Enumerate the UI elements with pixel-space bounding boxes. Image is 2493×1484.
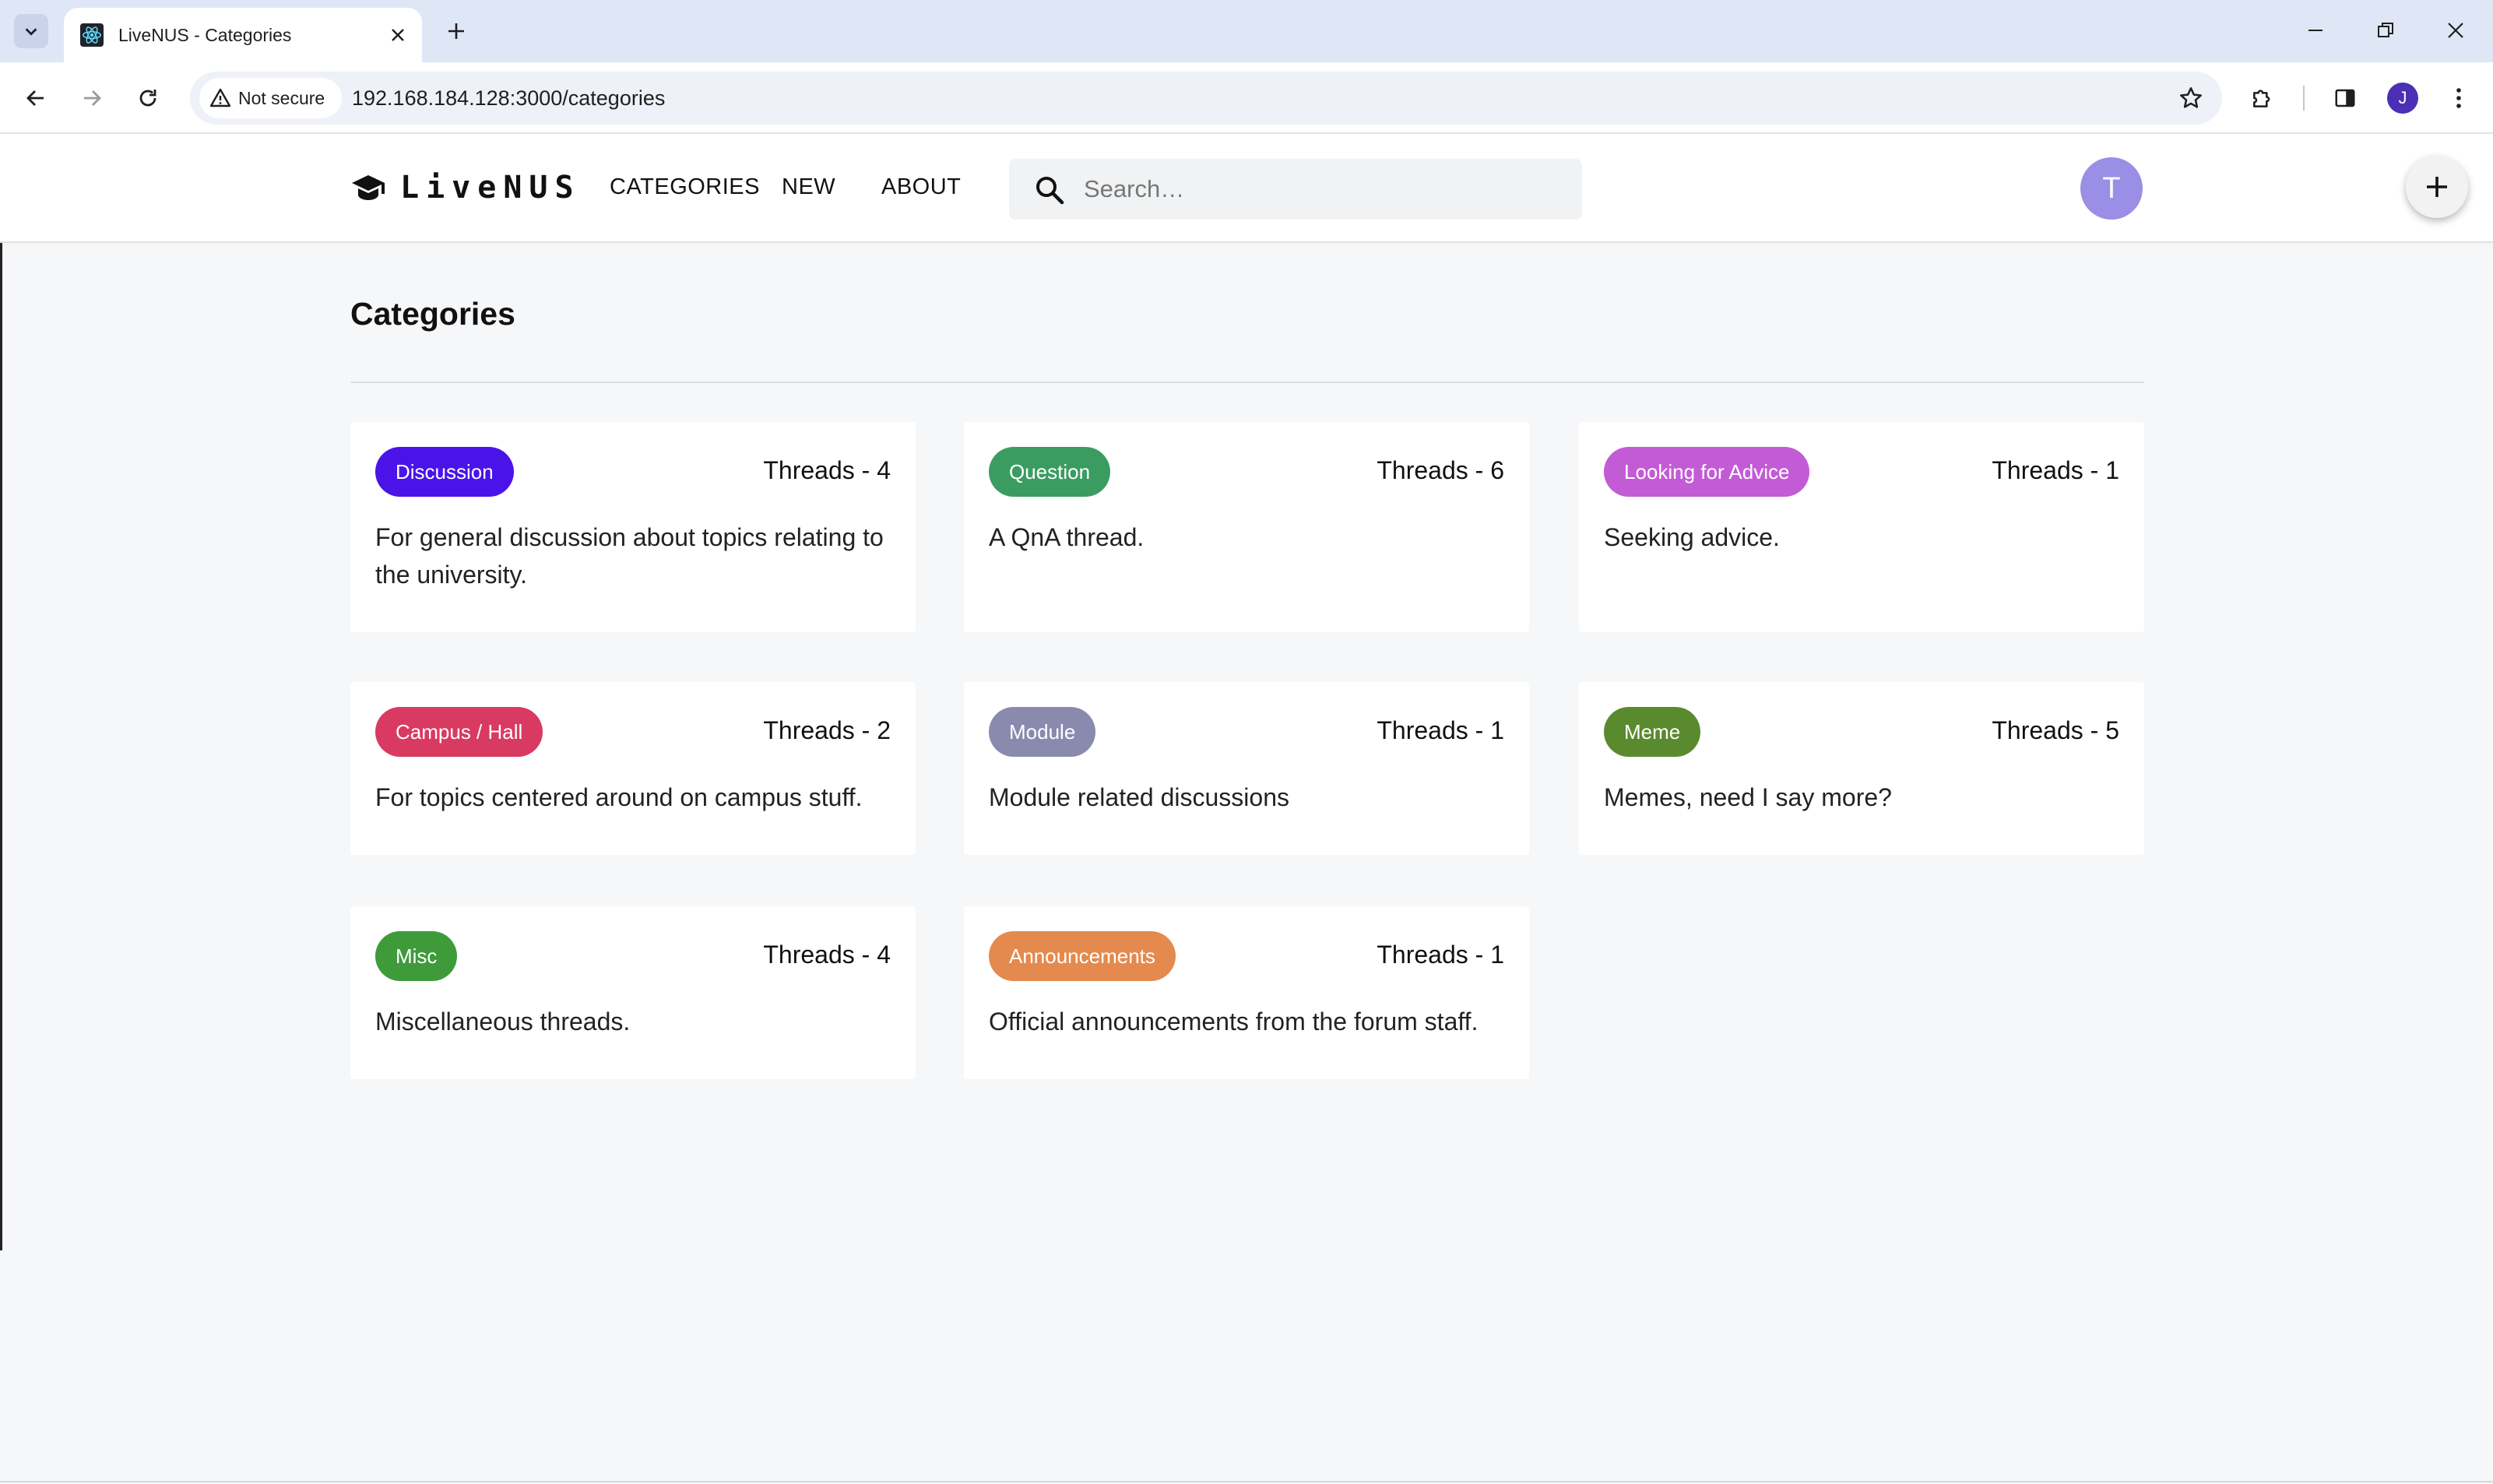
thread-count: Threads - 1 [1377,716,1504,744]
plus-icon [448,23,464,39]
category-card[interactable]: Meme Threads - 5 Memes, need I say more? [1579,682,2144,855]
category-description: Module related discussions [989,783,1289,811]
brand-logo[interactable]: LiveNUS [350,170,581,206]
tab-search-button[interactable] [14,14,48,48]
nav-new-link[interactable]: NEW [782,174,835,200]
site-security-chip[interactable]: Not secure [199,78,343,118]
category-card[interactable]: Question Threads - 6 A QnA thread. [964,422,1529,632]
browser-tab-active[interactable]: LiveNUS - Categories [64,8,422,62]
browser-tab-strip: LiveNUS - Categories [0,0,2493,62]
close-icon [2448,23,2463,38]
browser-profile-avatar[interactable]: J [2387,83,2418,114]
url-text[interactable]: 192.168.184.128:3000/categories [352,86,665,111]
thread-count: Threads - 4 [763,941,891,969]
category-chip[interactable]: Question [989,447,1111,497]
thread-count: Threads - 1 [1992,456,2119,484]
thread-count: Threads - 4 [763,456,891,484]
nav-about-link[interactable]: ABOUT [881,174,961,200]
extensions-button[interactable] [2244,79,2281,117]
title-divider [350,382,2144,383]
security-label: Not secure [238,87,325,108]
page-viewport: LiveNUS CATEGORIES NEW ABOUT T Categorie… [0,134,2493,1484]
thread-count: Threads - 1 [1377,941,1504,969]
chevron-down-icon [25,28,37,36]
side-panel-icon [2335,89,2355,107]
category-chip[interactable]: Module [989,707,1096,757]
browser-menu-button[interactable] [2440,79,2477,117]
category-description: A QnA thread. [989,523,1145,551]
thread-count: Threads - 2 [763,716,891,744]
address-bar[interactable]: Not secure 192.168.184.128:3000/categori… [190,72,2222,125]
puzzle-icon [2253,90,2270,107]
browser-toolbar: Not secure 192.168.184.128:3000/categori… [0,62,2493,134]
category-card[interactable]: Discussion Threads - 4 For general discu… [350,422,916,632]
category-card[interactable]: Module Threads - 1 Module related discus… [964,682,1529,855]
category-card[interactable]: Campus / Hall Threads - 2 For topics cen… [350,682,916,855]
search-bar[interactable] [1009,159,1582,220]
user-avatar[interactable]: T [2080,157,2143,220]
more-vertical-icon [2456,88,2461,108]
plus-icon [2427,177,2447,197]
category-chip[interactable]: Announcements [989,931,1176,981]
category-chip[interactable]: Campus / Hall [375,707,543,757]
brand-name: LiveNUS [400,170,581,206]
side-panel-button[interactable] [2326,79,2364,117]
new-tab-button[interactable] [441,16,472,47]
category-card[interactable]: Announcements Threads - 1 Official annou… [964,906,1529,1079]
restore-window-button[interactable] [2362,11,2409,50]
viewport-edge [0,168,2,1250]
category-chip[interactable]: Misc [375,931,458,981]
tab-close-button[interactable] [385,22,411,48]
category-chip[interactable]: Discussion [375,447,514,497]
category-description: Memes, need I say more? [1604,783,1892,811]
category-description: Miscellaneous threads. [375,1008,631,1036]
back-button[interactable] [17,79,55,117]
thread-count: Threads - 5 [1992,716,2119,744]
reload-button[interactable] [129,79,167,117]
minimize-window-button[interactable] [2292,11,2339,50]
category-chip[interactable]: Meme [1604,707,1701,757]
category-description: For topics centered around on campus stu… [375,783,863,811]
minimize-icon [2308,30,2322,31]
nav-categories-link[interactable]: CATEGORIES [610,174,760,200]
forward-button[interactable] [73,79,111,117]
warning-icon [210,88,230,107]
arrow-right-icon [84,90,101,106]
star-icon [2180,87,2202,108]
restore-icon [2378,23,2393,37]
graduation-cap-icon [352,175,385,200]
page-bottom-border [0,1481,2493,1482]
create-thread-button[interactable] [2406,156,2468,218]
category-card[interactable]: Looking for Advice Threads - 1 Seeking a… [1579,422,2144,632]
close-window-button[interactable] [2432,11,2479,50]
category-description: Official announcements from the forum st… [989,1008,1479,1036]
tab-title: LiveNUS - Categories [118,24,292,45]
toolbar-divider [2303,86,2305,111]
bookmark-button[interactable] [2175,83,2206,114]
thread-count: Threads - 6 [1377,456,1504,484]
category-card[interactable]: Misc Threads - 4 Miscellaneous threads. [350,906,916,1079]
category-chip[interactable]: Looking for Advice [1604,447,1810,497]
page-title: Categories [350,296,515,332]
search-icon [1034,174,1065,206]
category-description: Seeking advice. [1604,523,1780,551]
app-header: LiveNUS CATEGORIES NEW ABOUT T [0,134,2493,243]
close-icon [392,29,404,41]
search-input[interactable] [1084,170,1551,209]
reload-icon [139,90,156,107]
arrow-left-icon [26,90,44,106]
react-favicon-icon [79,23,104,47]
category-description: For general discussion about topics rela… [375,523,884,589]
